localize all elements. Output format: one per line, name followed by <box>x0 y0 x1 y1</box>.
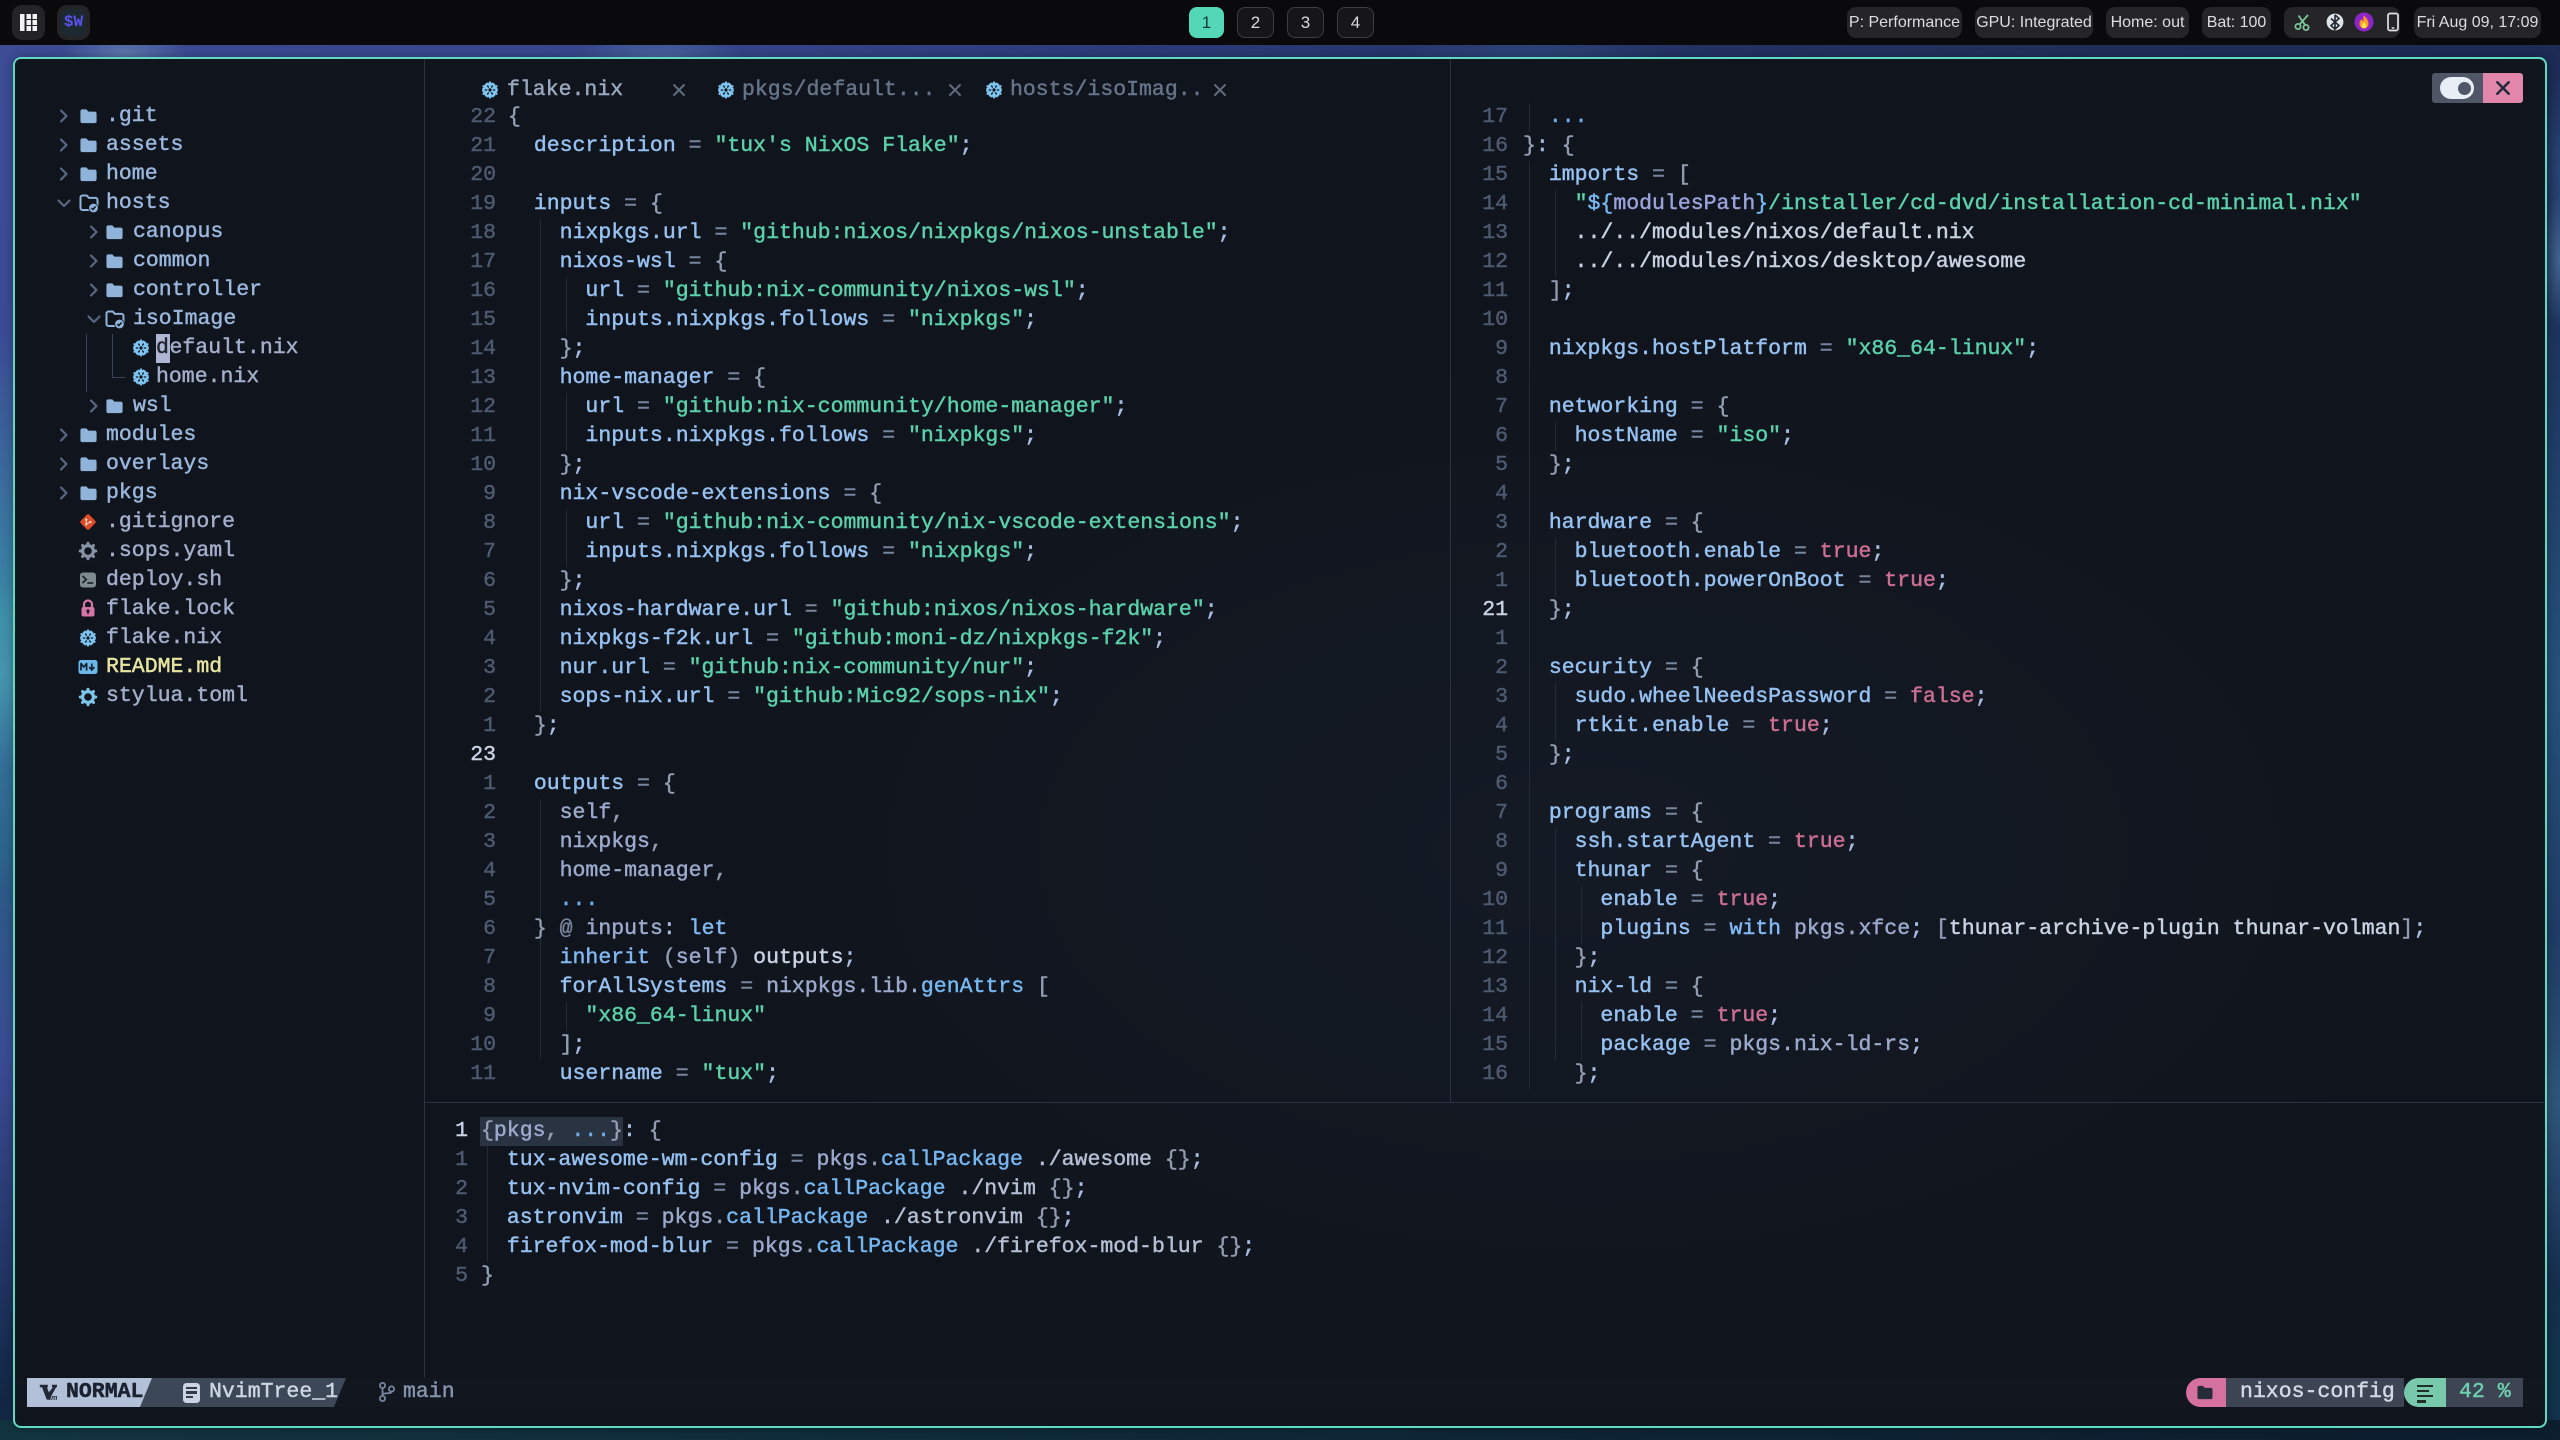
svg-text:im: im <box>49 1395 57 1402</box>
